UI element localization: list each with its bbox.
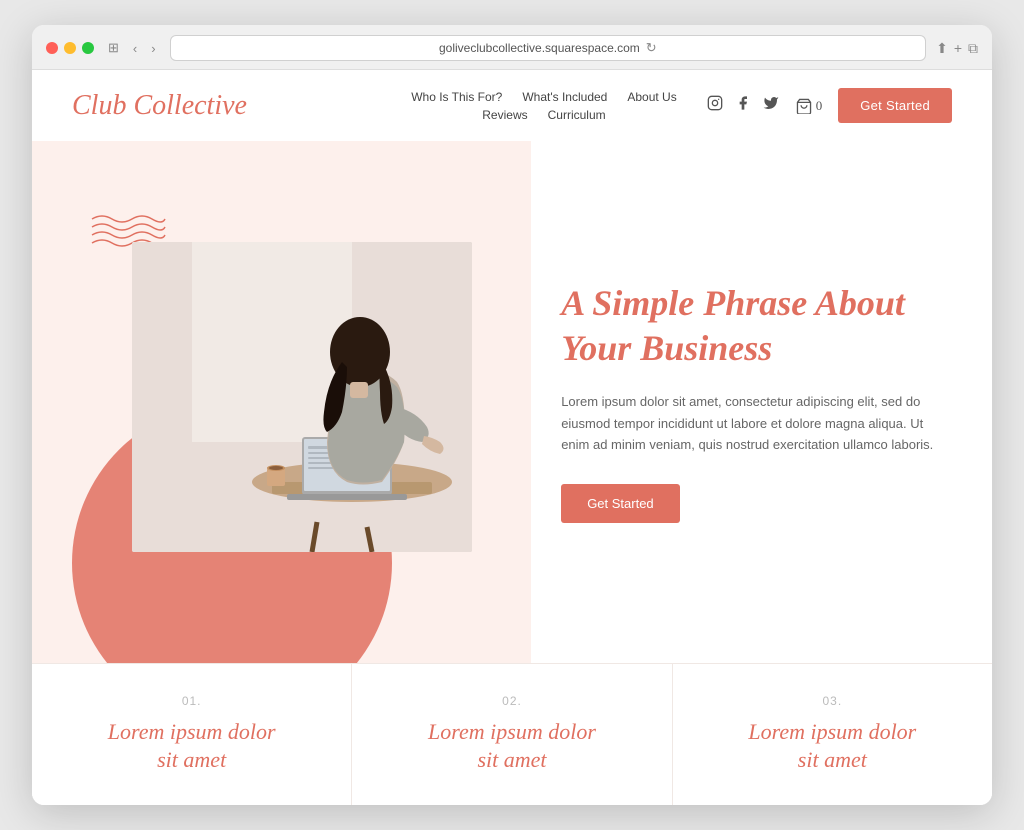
feature-title-1: Lorem ipsum dolorsit amet — [72, 718, 311, 775]
hero-body: Lorem ipsum dolor sit amet, consectetur … — [561, 391, 942, 455]
hero-title: A Simple Phrase About Your Business — [561, 281, 942, 371]
nav-curriculum[interactable]: Curriculum — [548, 108, 606, 122]
hero-left — [32, 141, 531, 663]
hero-image — [132, 242, 472, 552]
navigation: Club Collective Who Is This For? What's … — [32, 70, 992, 141]
feature-num-2: 02. — [392, 694, 631, 708]
back-button[interactable]: ‹ — [129, 39, 141, 58]
nav-row-2: Reviews Curriculum — [482, 108, 605, 122]
nav-social — [707, 95, 779, 116]
address-bar[interactable]: goliveclubcollective.squarespace.com ↻ — [170, 35, 926, 61]
feature-title-3: Lorem ipsum dolorsit amet — [713, 718, 952, 775]
forward-button[interactable]: › — [147, 39, 159, 58]
sidebar-toggle-button[interactable]: ⊞ — [104, 38, 123, 58]
nav-about-us[interactable]: About Us — [627, 90, 676, 104]
feature-item-3: 03. Lorem ipsum dolorsit amet — [673, 664, 992, 805]
hero-section: A Simple Phrase About Your Business Lore… — [32, 141, 992, 663]
logo[interactable]: Club Collective — [72, 90, 247, 122]
browser-chrome: ⊞ ‹ › goliveclubcollective.squarespace.c… — [32, 25, 992, 70]
browser-window: ⊞ ‹ › goliveclubcollective.squarespace.c… — [32, 25, 992, 805]
feature-num-3: 03. — [713, 694, 952, 708]
maximize-button[interactable] — [82, 42, 94, 54]
hero-right: A Simple Phrase About Your Business Lore… — [531, 141, 992, 663]
close-button[interactable] — [46, 42, 58, 54]
traffic-lights — [46, 42, 94, 54]
feature-item-2: 02. Lorem ipsum dolorsit amet — [352, 664, 672, 805]
nav-whats-included[interactable]: What's Included — [522, 90, 607, 104]
url-text: goliveclubcollective.squarespace.com — [439, 41, 640, 55]
twitter-icon[interactable] — [763, 95, 779, 116]
feature-title-2: Lorem ipsum dolorsit amet — [392, 718, 631, 775]
cart-area[interactable]: 0 — [795, 98, 823, 114]
share-button[interactable]: ⬆ — [936, 40, 948, 57]
cart-count: 0 — [816, 98, 823, 114]
browser-actions: ⬆ + ⧉ — [936, 40, 978, 57]
feature-num-1: 01. — [72, 694, 311, 708]
website: Club Collective Who Is This For? What's … — [32, 70, 992, 805]
nav-row-1: Who Is This For? What's Included About U… — [411, 90, 677, 104]
nav-reviews[interactable]: Reviews — [482, 108, 527, 122]
minimize-button[interactable] — [64, 42, 76, 54]
reload-button[interactable]: ↻ — [646, 40, 657, 56]
feature-item-1: 01. Lorem ipsum dolorsit amet — [32, 664, 352, 805]
browser-controls: ⊞ ‹ › — [104, 38, 160, 58]
tab-overview-button[interactable]: ⧉ — [968, 40, 978, 57]
nav-get-started-button[interactable]: Get Started — [838, 88, 952, 123]
instagram-icon[interactable] — [707, 95, 723, 116]
nav-who-is-this-for[interactable]: Who Is This For? — [411, 90, 502, 104]
features-section: 01. Lorem ipsum dolorsit amet 02. Lorem … — [32, 663, 992, 805]
nav-links: Who Is This For? What's Included About U… — [411, 90, 677, 122]
new-tab-button[interactable]: + — [954, 40, 962, 56]
facebook-icon[interactable] — [735, 95, 751, 116]
hero-cta-button[interactable]: Get Started — [561, 484, 679, 523]
